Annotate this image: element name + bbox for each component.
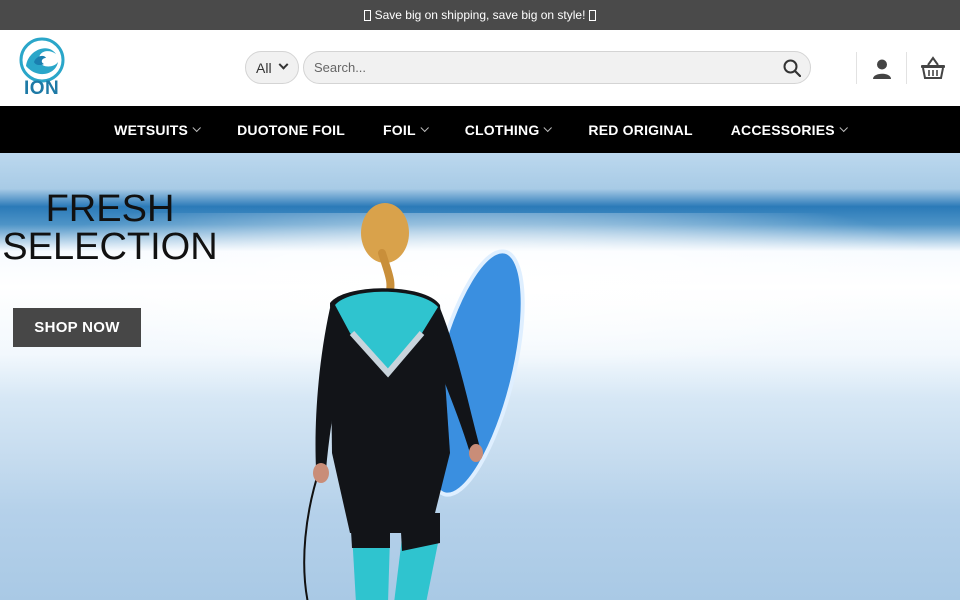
chevron-down-icon (278, 59, 289, 70)
header-divider (856, 52, 857, 84)
basket-icon[interactable] (920, 56, 946, 80)
nav-item-label: FOIL (383, 121, 416, 138)
nav-item-wetsuits[interactable]: WETSUITS (114, 121, 202, 138)
search-bar (303, 51, 811, 84)
nav-item-accessories[interactable]: ACCESSORIES (730, 121, 848, 138)
nav-item-label: WETSUITS (114, 121, 189, 138)
nav-item-duotone-foil[interactable]: DUOTONE FOIL (237, 122, 345, 138)
header-divider (906, 52, 907, 84)
nav-item-label: ACCESSORIES (730, 121, 835, 138)
search-icon[interactable] (783, 59, 801, 77)
chevron-down-icon (543, 123, 553, 132)
user-icon[interactable] (871, 58, 893, 80)
emoji-glyph-icon (589, 9, 597, 21)
emoji-glyph-icon (363, 9, 371, 21)
search-input[interactable] (304, 52, 764, 83)
chevron-down-icon (192, 123, 202, 132)
hero-banner: FRESH SELECTION SHOP NOW (0, 153, 960, 600)
category-select-value: All (256, 59, 272, 76)
site-header: ION All (0, 30, 960, 106)
main-nav: WETSUITS DUOTONE FOIL FOIL CLOTHING RED … (0, 106, 960, 153)
nav-item-label: RED ORIGINAL (588, 121, 693, 138)
surfer-image (303, 203, 525, 600)
nav-item-clothing[interactable]: CLOTHING (464, 121, 553, 138)
chevron-down-icon (420, 123, 429, 132)
chevron-down-icon (839, 123, 848, 132)
brand-name: ION (24, 78, 60, 99)
hero-title-line: SELECTION (2, 226, 218, 268)
nav-item-label: CLOTHING (464, 121, 540, 138)
hero-title-line: FRESH (45, 188, 175, 230)
promo-text: Save big on shipping, save big on style! (374, 8, 586, 22)
hero-title: FRESH SELECTION (0, 190, 220, 266)
nav-item-foil[interactable]: FOIL (383, 121, 429, 138)
promo-bar: Save big on shipping, save big on style! (0, 0, 960, 30)
nav-item-red-original[interactable]: RED ORIGINAL (588, 122, 692, 138)
nav-item-label: DUOTONE FOIL (237, 121, 346, 138)
category-select[interactable]: All (245, 51, 299, 84)
shop-now-button[interactable]: SHOP NOW (13, 308, 141, 347)
